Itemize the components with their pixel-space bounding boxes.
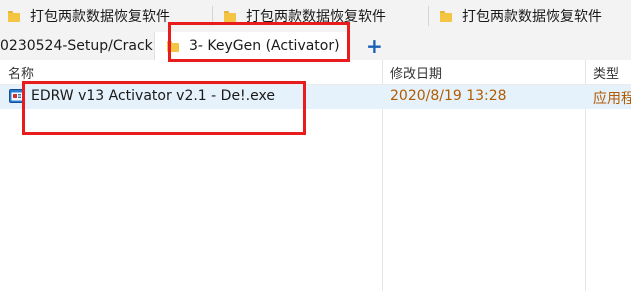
file-date: 2020/8/19 13:28 xyxy=(390,88,507,104)
tab-label: 打包两款数据恢复软件 xyxy=(246,9,386,25)
folder-icon xyxy=(8,10,20,22)
column-header: 名称 修改日期 类型 xyxy=(0,60,631,85)
file-name: EDRW v13 Activator v2.1 - De!.exe xyxy=(31,88,275,104)
new-tab-button[interactable]: + xyxy=(366,34,383,58)
tab-setup-crack[interactable]: 0230524-Setup/Crack xyxy=(0,32,153,60)
tab-folder-3[interactable]: 打包两款数据恢复软件 xyxy=(432,0,631,32)
tab-folder-2[interactable]: 打包两款数据恢复软件 xyxy=(216,0,428,32)
tab-strip-bottom: 0230524-Setup/Crack 3- KeyGen (Activator… xyxy=(0,32,631,60)
column-type[interactable]: 类型 xyxy=(593,63,619,82)
tab-strip-top: 打包两款数据恢复软件 打包两款数据恢复软件 打包两款数据恢复软件 xyxy=(0,0,631,33)
folder-icon xyxy=(224,10,236,22)
tab-folder-1[interactable]: 打包两款数据恢复软件 xyxy=(0,0,212,32)
application-icon xyxy=(9,89,25,103)
column-name[interactable]: 名称 xyxy=(8,63,34,82)
tab-divider xyxy=(212,6,213,26)
tab-keygen-activator[interactable]: 3- KeyGen (Activator) xyxy=(154,32,350,60)
tab-label: 打包两款数据恢复软件 xyxy=(30,9,170,25)
file-type: 应用程序 xyxy=(593,91,631,107)
tab-label: 3- KeyGen (Activator) xyxy=(189,38,340,54)
folder-icon xyxy=(440,10,452,22)
tab-divider xyxy=(428,6,429,26)
tab-label: 0230524-Setup/Crack xyxy=(0,38,153,54)
tab-label: 打包两款数据恢复软件 xyxy=(462,9,602,25)
file-row[interactable]: EDRW v13 Activator v2.1 - De!.exe 2020/8… xyxy=(0,85,631,109)
folder-icon xyxy=(167,40,179,52)
column-date-modified[interactable]: 修改日期 xyxy=(390,63,442,82)
